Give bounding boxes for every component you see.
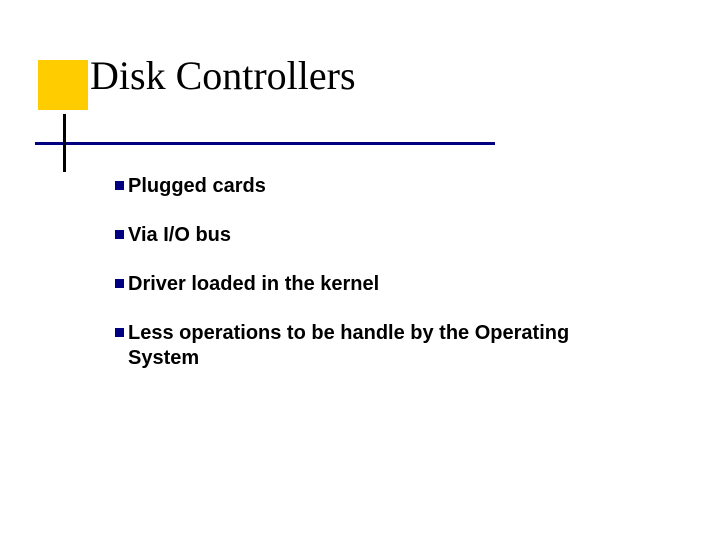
slide: Disk Controllers Plugged cards Via I/O b… (0, 0, 720, 540)
list-item: Via I/O bus (115, 223, 625, 248)
bullet-text: Via I/O bus (128, 223, 625, 248)
list-item: Less operations to be handle by the Oper… (115, 321, 625, 371)
title-row: Disk Controllers (90, 52, 356, 99)
slide-title: Disk Controllers (90, 53, 356, 98)
square-bullet-icon (115, 279, 124, 288)
bullet-text: Plugged cards (128, 174, 625, 199)
list-item: Driver loaded in the kernel (115, 272, 625, 297)
accent-square (38, 60, 88, 110)
square-bullet-icon (115, 328, 124, 337)
slide-body: Plugged cards Via I/O bus Driver loaded … (115, 174, 625, 395)
bullet-text: Driver loaded in the kernel (128, 272, 625, 297)
list-item: Plugged cards (115, 174, 625, 199)
square-bullet-icon (115, 230, 124, 239)
vertical-rule (63, 114, 66, 172)
bullet-text: Less operations to be handle by the Oper… (128, 321, 625, 371)
horizontal-rule (35, 142, 495, 145)
square-bullet-icon (115, 181, 124, 190)
